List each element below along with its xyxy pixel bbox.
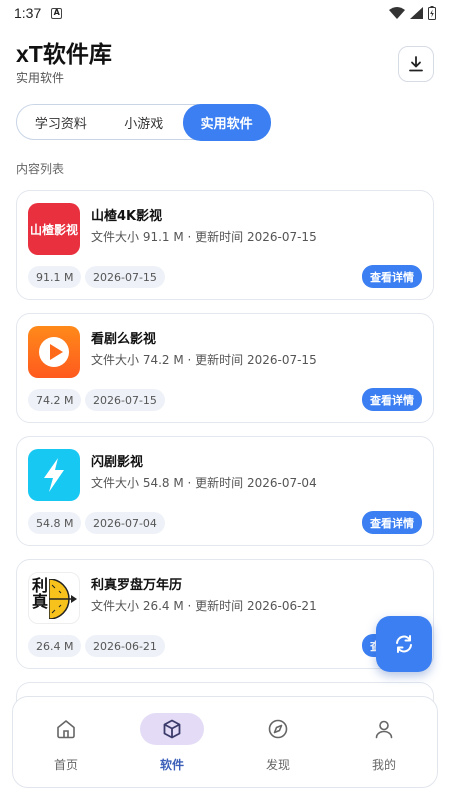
wifi-icon xyxy=(389,7,405,19)
item-name: 看剧么影视 xyxy=(91,332,157,347)
date-badge: 2026-06-21 xyxy=(85,635,165,657)
status-bar: 1:37 A xyxy=(0,0,450,26)
nav-profile[interactable]: 我的 xyxy=(344,713,424,773)
nav-software[interactable]: 软件 xyxy=(132,713,212,773)
item-meta: 文件大小 74.2 M · 更新时间 2026-07-15 xyxy=(91,353,317,367)
bottom-nav: 首页 软件 发现 我的 xyxy=(12,696,438,788)
list-item[interactable]: 利真 利真罗盘万年历 文件大小 26.4 M · 更新时间 2026-06-21… xyxy=(16,559,434,669)
item-name: 闪剧影视 xyxy=(91,455,144,470)
date-badge: 2026-07-15 xyxy=(85,266,165,288)
app-icon-shanzha: 山楂影视 xyxy=(28,203,80,255)
nav-home[interactable]: 首页 xyxy=(26,713,106,773)
app-icon-kanjume xyxy=(28,326,80,378)
list-item[interactable]: 看剧么影视 文件大小 74.2 M · 更新时间 2026-07-15 74.2… xyxy=(16,313,434,423)
nav-home-label: 首页 xyxy=(53,758,78,772)
app-title: xT软件库 xyxy=(16,41,112,67)
app-icon-shanju xyxy=(28,449,80,501)
download-button[interactable] xyxy=(398,46,434,82)
app-subtitle: 实用软件 xyxy=(16,71,65,85)
item-name: 山楂4K影视 xyxy=(91,209,163,224)
nav-discover-label: 发现 xyxy=(265,758,290,772)
item-meta: 文件大小 26.4 M · 更新时间 2026-06-21 xyxy=(91,599,317,613)
view-details-button[interactable]: 查看详情 xyxy=(362,511,422,534)
download-icon xyxy=(409,56,423,72)
size-badge: 91.1 M xyxy=(28,266,82,288)
list-item[interactable]: 闪剧影视 文件大小 54.8 M · 更新时间 2026-07-04 54.8 … xyxy=(16,436,434,546)
section-label: 内容列表 xyxy=(16,162,65,176)
view-details-button[interactable]: 查看详情 xyxy=(362,265,422,288)
compass-dial-icon xyxy=(49,579,77,619)
date-badge: 2026-07-15 xyxy=(85,389,165,411)
nav-software-label: 软件 xyxy=(159,758,184,772)
size-badge: 74.2 M xyxy=(28,389,82,411)
nav-discover[interactable]: 发现 xyxy=(238,713,318,773)
box-icon xyxy=(163,719,181,739)
status-icons xyxy=(389,6,436,20)
lightning-icon xyxy=(44,458,64,492)
home-icon xyxy=(57,720,75,739)
status-time: 1:37 xyxy=(14,5,42,21)
tab-utility-software[interactable]: 实用软件 xyxy=(182,103,271,141)
signal-icon xyxy=(410,7,423,19)
refresh-button[interactable] xyxy=(376,616,432,672)
category-tabs: 学习资料 小游戏 实用软件 xyxy=(16,103,271,141)
item-meta: 文件大小 91.1 M · 更新时间 2026-07-15 xyxy=(91,230,317,244)
notification-icon: A xyxy=(51,7,63,19)
size-badge: 54.8 M xyxy=(28,512,82,534)
list-item[interactable]: 山楂影视 山楂4K影视 文件大小 91.1 M · 更新时间 2026-07-1… xyxy=(16,190,434,300)
tab-study-materials[interactable]: 学习资料 xyxy=(17,104,105,140)
battery-icon xyxy=(428,6,436,20)
app-icon-lizhen: 利真 xyxy=(28,572,80,624)
view-details-button[interactable]: 查看详情 xyxy=(362,388,422,411)
date-badge: 2026-07-04 xyxy=(85,512,165,534)
user-icon xyxy=(375,720,393,739)
size-badge: 26.4 M xyxy=(28,635,82,657)
nav-profile-label: 我的 xyxy=(371,758,396,772)
item-meta: 文件大小 54.8 M · 更新时间 2026-07-04 xyxy=(91,476,317,490)
item-name: 利真罗盘万年历 xyxy=(91,578,183,593)
play-icon xyxy=(39,337,69,367)
refresh-icon xyxy=(396,635,412,653)
tab-mini-games[interactable]: 小游戏 xyxy=(105,104,183,140)
compass-icon xyxy=(268,719,288,739)
app-header: xT软件库 实用软件 xyxy=(16,40,434,90)
